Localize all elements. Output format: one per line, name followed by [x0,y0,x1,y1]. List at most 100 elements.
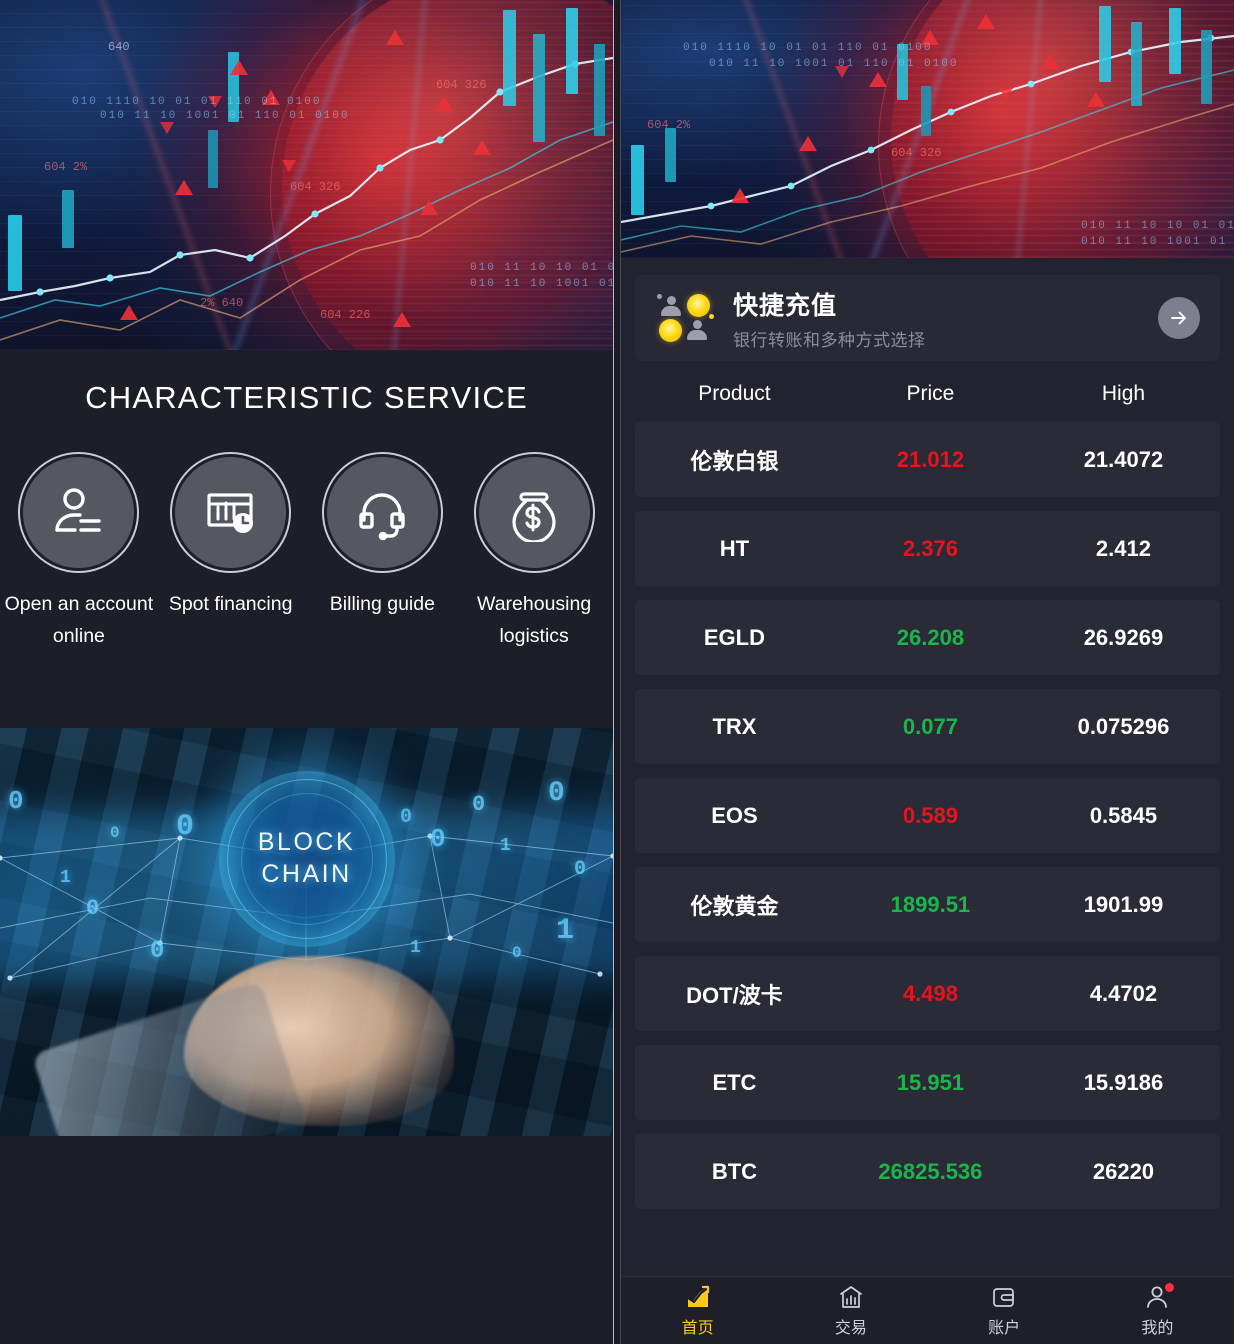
headset-icon [323,454,441,571]
column-header-price: Price [906,382,955,405]
service-item-label: Warehousing logistics [477,593,592,647]
binary-overlay-text: 010 11 10 1001 01 110 01 0100 [100,110,350,122]
notification-badge [1165,1283,1175,1292]
service-item-open-account[interactable]: Open an account online [3,454,155,653]
nav-item-home[interactable]: 首页 [621,1283,774,1338]
table-row[interactable]: ETC 15.951 15.9186 [635,1045,1220,1120]
left-hero-banner[interactable]: 010 1110 10 01 01 110 01 0100 010 11 10 … [0,0,613,350]
cell-product: BTC [711,1158,758,1184]
number-overlay-text: 604 2% [647,118,691,132]
cell-high: 2.412 [1095,535,1151,561]
number-overlay-text: 2% 640 [200,296,244,310]
nav-item-trade[interactable]: 交易 [774,1283,927,1338]
binary-overlay-text: 010 1110 10 01 01 110 01 0100 [72,96,322,108]
blockchain-orb-graphic: BLOCK CHAIN [218,770,395,947]
recharge-subtitle: 银行转账和多种方式选择 [733,330,926,350]
cell-price: 0.589 [902,802,958,828]
right-panel-body: 快捷充值 银行转账和多种方式选择 Product Price High 伦敦白银 [621,258,1234,1276]
cell-high: 1901.99 [1083,891,1164,917]
number-overlay-text: 604 326 [891,146,942,160]
price-table-header: Product Price High [635,361,1220,422]
chart-clock-icon [172,454,290,571]
quick-recharge-banner[interactable]: 快捷充值 银行转账和多种方式选择 [635,275,1220,361]
table-row[interactable]: DOT/波卡 4.498 4.4702 [635,956,1220,1031]
nav-label: 我的 [1141,1320,1174,1337]
number-overlay-text: 640 [108,40,130,54]
service-item-spot-financing[interactable]: Spot financing [155,454,307,653]
money-bag-icon [475,454,593,571]
recharge-title: 快捷充值 [733,291,838,320]
nav-label: 账户 [988,1320,1021,1337]
cell-price: 15.951 [896,1069,965,1095]
table-row[interactable]: HT 2.376 2.412 [635,511,1220,586]
nav-label: 交易 [834,1320,867,1337]
binary-overlay-text: 010 11 10 1001 01 110 01 0100 [709,58,959,70]
table-row[interactable]: 伦敦白银 21.012 21.4072 [635,422,1220,497]
service-item-warehousing[interactable]: Warehousing logistics [458,454,610,653]
wallet-icon [991,1283,1017,1311]
binary-overlay-text: 010 11 10 1001 01 110 01 0100 [470,278,613,290]
cell-price: 2.376 [902,535,958,561]
number-overlay-text: 604 326 [436,78,487,92]
cell-price: 1899.51 [890,891,971,917]
app-screen: 010 1110 10 01 01 110 01 0100 010 11 10 … [0,0,1234,1344]
panel-divider [613,0,621,1344]
table-row[interactable]: TRX 0.077 0.075296 [635,689,1220,764]
chart-trending-up-icon [685,1283,711,1311]
cell-product: DOT/波卡 [686,982,783,1008]
number-overlay-text: 604 226 [320,308,371,322]
cell-product: 伦敦白银 [690,448,779,474]
cell-price: 26825.536 [878,1158,983,1184]
cell-product: HT [719,535,750,561]
service-item-billing-guide[interactable]: Billing guide [307,454,459,653]
nav-item-account[interactable]: 账户 [928,1283,1081,1338]
column-header-high: High [1101,382,1146,405]
binary-overlay-text: 010 11 10 10 01 01 110 01 0100 [470,262,613,274]
cell-high: 0.075296 [1077,713,1170,739]
cell-product: EGLD [703,624,765,650]
cell-product: TRX [712,713,757,739]
table-row[interactable]: EOS 0.589 0.5845 [635,778,1220,853]
service-item-label: Billing guide [329,593,435,615]
cell-price: 4.498 [902,980,958,1006]
cell-product: 伦敦黄金 [690,893,779,919]
cell-high: 0.5845 [1089,802,1158,828]
table-row[interactable]: EGLD 26.208 26.9269 [635,600,1220,675]
bank-chart-icon [838,1283,864,1311]
table-row[interactable]: 伦敦黄金 1899.51 1901.99 [635,867,1220,942]
left-panel: 010 1110 10 01 01 110 01 0100 010 11 10 … [0,0,613,1344]
number-overlay-text: 604 326 [290,180,341,194]
cell-price: 21.012 [896,446,965,472]
binary-overlay-text: 010 11 10 1001 01 110 01 0100 [1081,236,1234,248]
bottom-navigation-bar: 首页 交易 账户 我的 [621,1276,1234,1344]
price-line-graphic [0,56,613,341]
cell-high: 26220 [1092,1158,1155,1184]
section-title: CHARACTERISTIC SERVICE [85,380,528,415]
user-account-icon [20,454,138,571]
binary-overlay-text: 010 1110 10 01 01 110 01 0100 [683,42,933,54]
cell-product: EOS [711,802,758,828]
service-items-row: Open an account online Spot financing Bi… [0,454,613,653]
binary-overlay-text: 010 11 10 10 01 01 110 01 0100 [1081,220,1234,232]
recharge-text-block: 快捷充值 银行转账和多种方式选择 [733,286,1158,351]
blockchain-text-line2: CHAIN [261,859,352,888]
nav-item-mine[interactable]: 我的 [1081,1283,1234,1338]
characteristic-service-section: CHARACTERISTIC SERVICE Open an account o… [0,350,613,728]
cell-price: 26.208 [896,624,965,650]
right-hero-banner[interactable]: 010 1110 10 01 01 110 01 0100 010 11 10 … [621,0,1234,258]
right-panel: 010 1110 10 01 01 110 01 0100 010 11 10 … [621,0,1234,1344]
column-header-product: Product [698,382,771,405]
number-overlay-text: 604 2% [44,160,88,174]
arrow-right-icon[interactable] [1158,297,1200,339]
cell-high: 21.4072 [1083,446,1164,472]
blockchain-text-line1: BLOCK [257,828,356,857]
price-table-body: 伦敦白银 21.012 21.4072 HT 2.376 2.412 EGLD … [635,422,1220,1209]
cell-high: 15.9186 [1083,1069,1164,1095]
blockchain-banner[interactable]: 0 1 0 0 0 0 0 0 0 1 0 0 1 0 1 BLOCK CHAI… [0,728,613,1136]
cell-high: 4.4702 [1089,980,1158,1006]
cell-high: 26.9269 [1083,624,1164,650]
service-item-label: Spot financing [168,593,293,615]
service-item-label: Open an account online [4,593,154,647]
table-row[interactable]: BTC 26825.536 26220 [635,1134,1220,1209]
recharge-people-coins-icon [657,292,715,344]
